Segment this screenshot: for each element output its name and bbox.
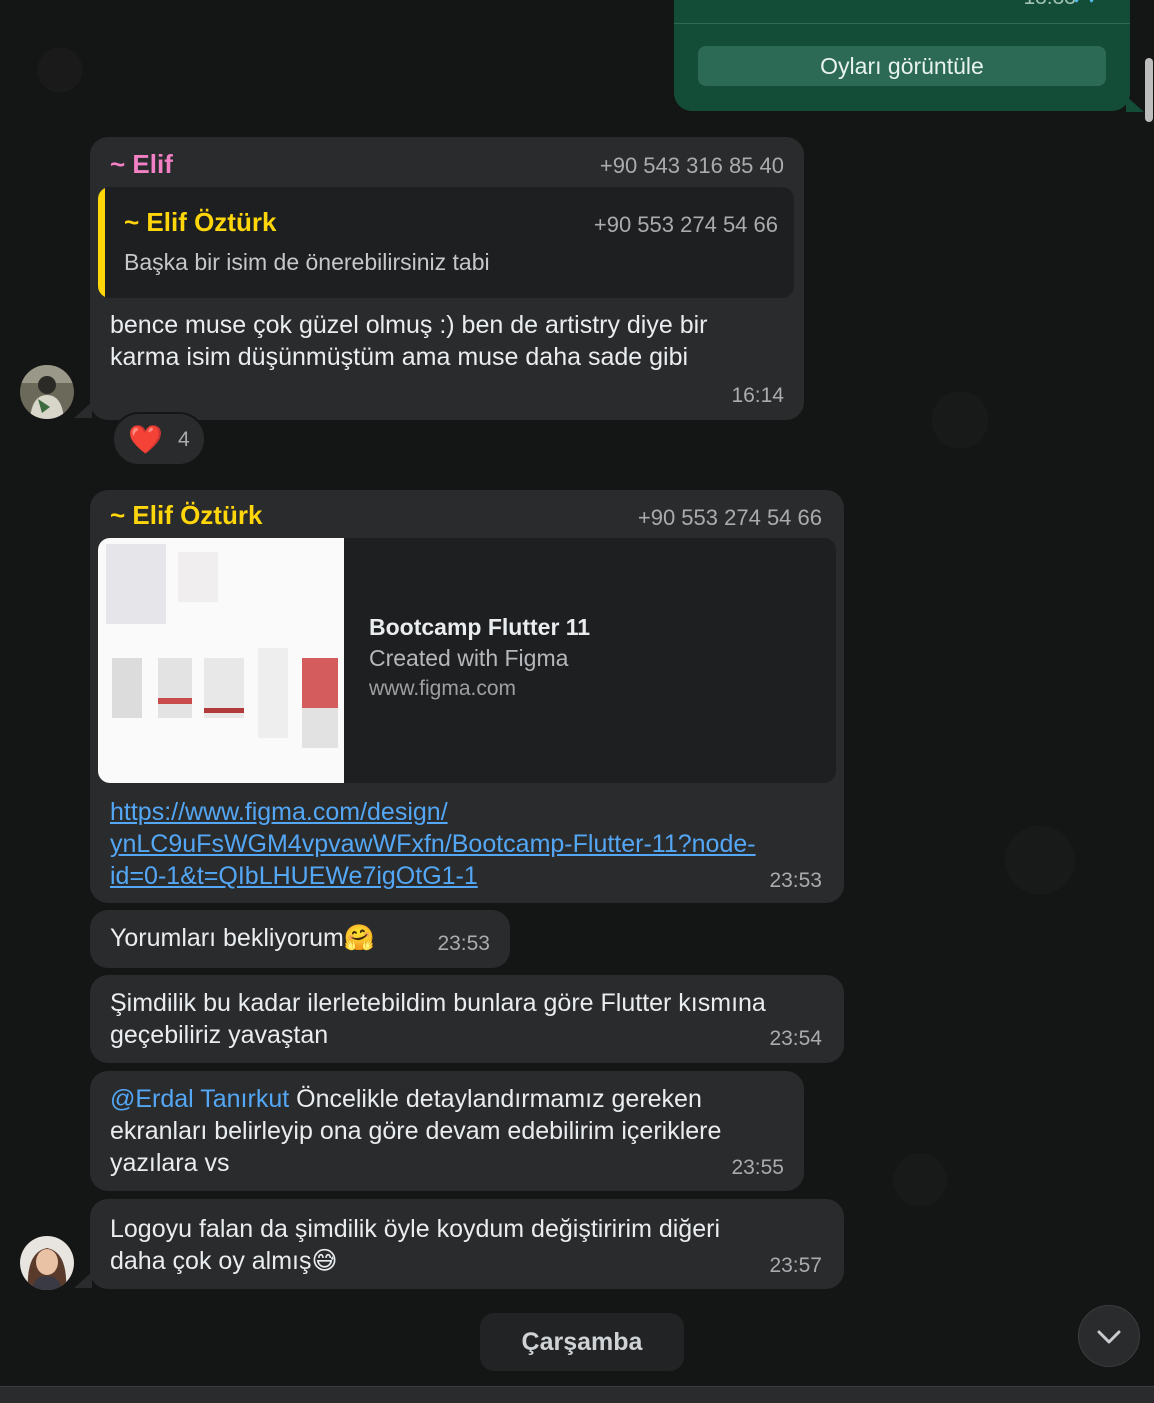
view-votes-button[interactable]: Oyları görüntüle [698,46,1106,86]
message-line-1: Şimdilik bu kadar ilerletebildim bunlara… [110,989,766,1017]
sweat-smile-emoji: 😅 [311,1247,338,1275]
day-separator: Çarşamba [480,1313,684,1371]
avatar-elif-ozturk[interactable] [20,1236,74,1290]
sender-phone: +90 543 316 85 40 [599,153,784,178]
message-line-1: @Erdal Tanırkut Öncelikle detaylandırmam… [110,1083,702,1115]
message-line-3: yazılara vs [110,1149,230,1177]
outgoing-bubble-tail [1126,96,1144,112]
link-line-3: id=0-1&t=QIbLHUEWe7igOtG1-1 [110,862,478,890]
preview-domain: www.figma.com [369,677,517,700]
message-bubble[interactable]: Logoyu falan da şimdilik öyle koydum değ… [90,1199,844,1289]
hugging-face-emoji: 🤗 [343,924,376,952]
scroll-to-bottom-button[interactable] [1078,1305,1140,1367]
message-bubble-link[interactable]: ~ Elif Öztürk +90 553 274 54 66 Bootcamp… [90,490,844,903]
message-line-1: Logoyu falan da şimdilik öyle koydum değ… [110,1215,720,1243]
message-line-2: geçebiliriz yavaştan [110,1021,329,1049]
link-line-1: https://www.figma.com/design/ [110,798,448,826]
preview-subtitle: Created with Figma [369,645,569,671]
quote-bar [98,187,105,298]
chevron-down-icon [1097,1330,1121,1344]
composer-edge [0,1386,1154,1403]
message-line-2: ekranları belirleyip ona göre devam edeb… [110,1117,722,1145]
bubble-tail [74,402,92,418]
reaction-chip[interactable]: ❤️ 4 [112,412,206,466]
mention-erdal[interactable]: @Erdal Tanırkut [110,1085,289,1113]
outgoing-poll-bubble: 13:33 ✓✓ Oyları görüntüle [674,0,1130,111]
avatar-image [20,365,74,419]
poll-divider [674,23,1130,24]
quoted-message[interactable]: ~ Elif Öztürk +90 553 274 54 66 Başka bi… [98,187,794,298]
reaction-count: 4 [178,428,190,451]
link-preview-card[interactable]: Bootcamp Flutter 11 Created with Figma w… [98,538,836,783]
sender-name[interactable]: ~ Elif Öztürk [110,500,262,531]
message-time: 23:54 [769,1027,822,1050]
poll-time-partial: 13:33 [1023,0,1076,10]
message-time: 23:53 [769,869,822,892]
link-line-2: ynLC9uFsWGM4vpvawWFxfn/Bootcamp-Flutter-… [110,830,756,858]
message-bubble[interactable]: Yorumları bekliyorum🤗 23:53 [90,910,510,968]
message-text-content: Yorumları bekliyorum [110,924,344,952]
sender-phone: +90 553 274 54 66 [637,505,822,530]
message-text: Yorumları bekliyorum🤗 [110,922,375,954]
message-bubble[interactable]: ~ Elif +90 543 316 85 40 ~ Elif Öztürk +… [90,137,804,420]
double-check-icon: ✓✓ [1072,0,1102,9]
quoted-text: Başka bir isim de önerebilirsiniz tabi [124,249,490,275]
message-line-2: karma isim düşünmüştüm ama muse daha sad… [110,343,689,371]
message-time: 23:53 [437,932,490,955]
link-preview-thumbnail [98,538,344,783]
preview-title: Bootcamp Flutter 11 [369,614,591,640]
message-time: 23:55 [731,1156,784,1179]
message-line-2-text: daha çok oy almış [110,1247,312,1275]
heart-icon: ❤️ [128,424,163,455]
message-line-1: bence muse çok güzel olmuş :) ben de art… [110,311,708,339]
scrollbar-thumb[interactable] [1145,58,1153,122]
quoted-sender-phone: +90 553 274 54 66 [593,212,778,237]
message-time: 16:14 [731,384,784,407]
avatar-image [20,1236,74,1290]
figma-link[interactable]: https://www.figma.com/design/ ynLC9uFsWG… [110,796,756,892]
message-bubble[interactable]: @Erdal Tanırkut Öncelikle detaylandırmam… [90,1071,804,1191]
sender-name[interactable]: ~ Elif [110,149,173,180]
avatar-elif[interactable] [20,365,74,419]
message-bubble[interactable]: Şimdilik bu kadar ilerletebildim bunlara… [90,975,844,1063]
message-time: 23:57 [769,1254,822,1277]
bubble-tail [74,1272,92,1288]
message-line-2: daha çok oy almış😅 [110,1245,338,1277]
quoted-sender-name: ~ Elif Öztürk [124,207,277,237]
message-line-1-rest: Öncelikle detaylandırmamız gereken [289,1085,702,1113]
